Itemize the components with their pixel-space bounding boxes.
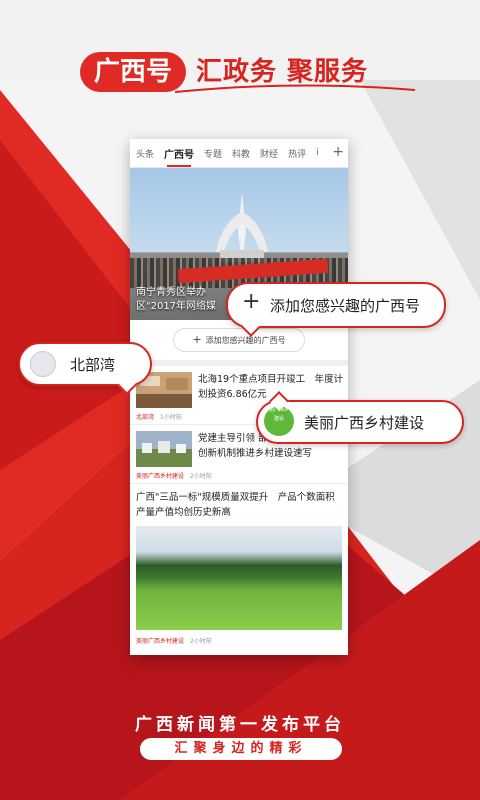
news-time: 1小时前 <box>160 414 182 421</box>
slogan-primary: 广西新闻第一发布平台 <box>135 715 345 735</box>
headline: 广西号 汇政务 聚服务 <box>80 50 415 94</box>
slogan-secondary: 汇聚身边的精彩 <box>140 738 342 760</box>
tab-more[interactable]: i <box>316 148 319 158</box>
swoosh-decoration <box>175 84 415 93</box>
beibuwan-label: 北部湾 <box>70 356 116 374</box>
tab-finance[interactable]: 财经 <box>260 147 278 160</box>
news-meta: 北部湾 1小时前 <box>136 412 182 421</box>
add-callout-label: 添加您感兴趣的广西号 <box>270 297 421 315</box>
add-callout[interactable]: + 添加您感兴趣的广西号 <box>226 282 446 337</box>
tab-guangxihao[interactable]: 广西号 <box>164 146 194 167</box>
tab-education[interactable]: 科教 <box>232 147 250 160</box>
rice-field-image <box>136 526 342 630</box>
phone-screen: 头条 广西号 专题 科教 财经 热评 i + 南宁青秀区举办 区"2017年网络… <box>130 139 348 655</box>
feature-news-item[interactable]: 广西"三品一标"规模质量双提升 产品个数面积产量产值均创历史新高 美丽广西乡村建… <box>130 484 348 651</box>
village-callout[interactable]: 美丽广西乡村建设 美丽广西乡村建设 <box>256 391 464 444</box>
add-guangxihao-button[interactable]: + 添加您感兴趣的广西号 <box>173 328 305 352</box>
village-label: 美丽广西乡村建设 <box>304 414 425 432</box>
tab-commentary[interactable]: 热评 <box>288 147 306 160</box>
tab-topics[interactable]: 专题 <box>204 147 222 160</box>
tab-headlines[interactable]: 头条 <box>136 147 154 160</box>
news-meta: 美丽广西乡村建设 2小时前 <box>136 471 212 480</box>
beibuwan-callout[interactable]: 北部湾 <box>18 342 152 395</box>
hero-caption: 南宁青秀区举办 区"2017年网络媒 <box>136 287 217 312</box>
monument-image <box>216 192 268 262</box>
plus-icon[interactable]: + <box>332 144 344 160</box>
plus-icon: + <box>192 333 202 346</box>
feature-news-meta: 美丽广西乡村建设 2小时前 <box>136 636 342 645</box>
plus-icon: + <box>242 289 261 314</box>
feature-news-title: 广西"三品一标"规模质量双提升 产品个数面积产量产值均创历史新高 <box>136 492 335 518</box>
news-time: 2小时前 <box>190 638 212 645</box>
news-thumbnail <box>136 431 192 467</box>
headline-pill: 广西号 <box>80 52 186 92</box>
tab-bar: 头条 广西号 专题 科教 财经 热评 i + <box>130 139 348 168</box>
news-source: 北部湾 <box>136 414 155 421</box>
news-time: 2小时前 <box>190 473 212 480</box>
news-source: 美丽广西乡村建设 <box>136 638 185 645</box>
news-source: 美丽广西乡村建设 <box>136 473 185 480</box>
avatar <box>30 351 56 377</box>
